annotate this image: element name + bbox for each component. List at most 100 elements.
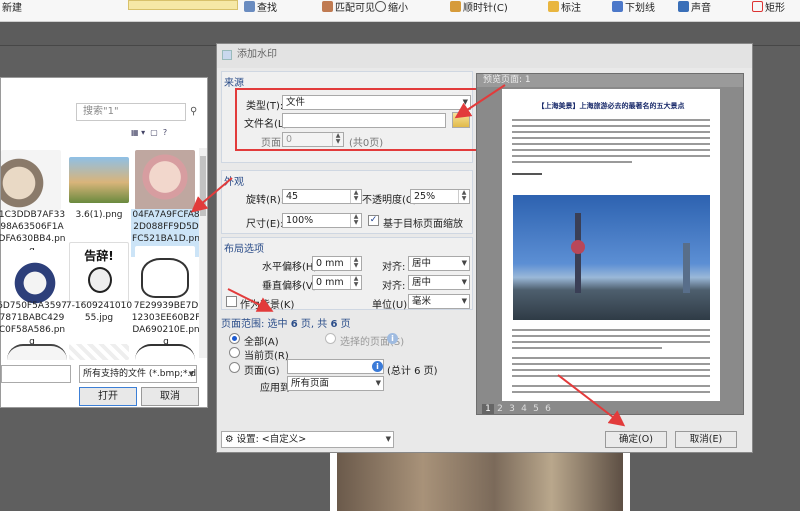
preview-doc-title: 【上海美景】上海旅游必去的最著名的五大景点: [537, 102, 685, 110]
meme-text: 告辞!: [84, 249, 114, 263]
dialog-icon: [222, 50, 232, 60]
pages-label: 页面(G): [244, 366, 280, 377]
page-number[interactable]: 4: [518, 404, 530, 414]
page-number[interactable]: 3: [506, 404, 518, 414]
spinner-arrows-icon[interactable]: ▲ ▼: [350, 190, 361, 203]
document-photo: [337, 452, 623, 511]
file-thumb-cat[interactable]: [135, 150, 195, 210]
size-label: 尺寸(E):: [246, 219, 284, 230]
h-offset-spinner[interactable]: 0 mm ▲ ▼: [312, 256, 362, 271]
h-align-select[interactable]: 居中 ▼: [408, 256, 470, 271]
rotation-label: 旋转(R):: [246, 195, 285, 206]
file-thumb-dog[interactable]: [69, 157, 129, 203]
chevron-down-icon: ▼: [461, 259, 467, 267]
view-options-icon[interactable]: ▦ ▾ ▢ ?: [131, 128, 191, 138]
file-thumb-meme[interactable]: 告辞!: [69, 242, 129, 302]
group-title: 来源: [224, 78, 244, 89]
current-page-radio[interactable]: [229, 347, 240, 358]
file-name[interactable]: 6D750F5A35977871BABC429C0F58A586.png: [0, 300, 67, 348]
file-thumb-partial[interactable]: [69, 344, 129, 360]
tower-sphere: [571, 240, 585, 254]
file-thumb-whitecat[interactable]: [135, 246, 195, 306]
settings-select[interactable]: ⚙ 设置: <自定义> ▼: [221, 431, 394, 448]
open-button[interactable]: 打开: [79, 387, 137, 406]
filename-input[interactable]: [1, 365, 71, 383]
page-number[interactable]: 1: [482, 404, 494, 414]
rotation-spinner[interactable]: 45 ▲ ▼: [282, 189, 362, 204]
scale-label: 基于目标页面缩放: [383, 219, 463, 230]
file-thumb-partial[interactable]: [135, 344, 195, 360]
v-offset-spinner[interactable]: 0 mm ▲ ▼: [312, 275, 362, 290]
unit-select[interactable]: 毫米 ▼: [408, 294, 470, 309]
file-name[interactable]: 7-160924101055.jpg: [64, 300, 134, 324]
ok-button[interactable]: 确定(O): [605, 431, 667, 448]
page-number[interactable]: 5: [530, 404, 542, 414]
annotation-highlight-box: [235, 88, 490, 151]
scale-checkbox[interactable]: ✓: [368, 215, 379, 226]
rotate-icon: [450, 1, 461, 12]
cancel-button[interactable]: 取消: [141, 387, 199, 406]
spinner-arrows-icon[interactable]: ▲ ▼: [350, 257, 361, 270]
chevron-down-icon: ▼: [375, 379, 381, 387]
layout-group: 布局选项 水平偏移(H): 0 mm ▲ ▼ 对齐: 居中 ▼ 垂直偏移(V): 0 …: [221, 237, 473, 311]
size-spinner[interactable]: 100% ▲ ▼: [282, 213, 362, 228]
pages-input[interactable]: [287, 359, 384, 374]
add-watermark-dialog: 添加水印 来源 类型(T): 文件 ▼ 文件名(L): 页面: 0 ▲ ▼ (共0页)…: [216, 43, 753, 453]
page-number[interactable]: 6: [542, 404, 554, 414]
search-icon[interactable]: ⚲: [190, 106, 197, 117]
apply-to-select[interactable]: 所有页面 ▼: [287, 376, 384, 391]
appearance-group: 外观 旋转(R): 45 ▲ ▼ 不透明度(C): 25% ▲ ▼ 尺寸(E): 100…: [221, 170, 473, 234]
info-icon[interactable]: i: [372, 361, 383, 372]
toolbar-fit-visible[interactable]: 匹配可见: [322, 0, 375, 20]
cat-outline: [141, 258, 189, 298]
toolbar-rectangle[interactable]: 矩形: [752, 0, 785, 20]
zoom-out-icon: [375, 1, 386, 12]
all-pages-radio[interactable]: [229, 333, 240, 344]
page-number[interactable]: 2: [494, 404, 506, 414]
scrollbar-thumb[interactable]: [200, 156, 206, 216]
sound-icon: [678, 1, 689, 12]
spinner-arrows-icon[interactable]: ▲ ▼: [458, 190, 469, 203]
preview-page-numbers: 123456: [482, 404, 554, 414]
fit-visible-icon: [322, 1, 333, 12]
spinner-arrows-icon[interactable]: ▲ ▼: [350, 214, 361, 227]
toolbar-underline[interactable]: 下划线: [612, 0, 655, 20]
background-checkbox[interactable]: [226, 296, 237, 307]
file-name[interactable]: 7E29939BE7D12303EE60B2FDA690210E.png: [131, 300, 201, 348]
v-align-select[interactable]: 居中 ▼: [408, 275, 470, 290]
opacity-spinner[interactable]: 25% ▲ ▼: [410, 189, 470, 204]
toolbar-sound[interactable]: 声音: [678, 0, 711, 20]
file-thumb-totoro[interactable]: [1, 150, 61, 210]
annotate-icon: [548, 1, 559, 12]
h-align-label: 对齐:: [382, 262, 406, 273]
spinner-arrows-icon[interactable]: ▲ ▼: [350, 276, 361, 289]
info-icon[interactable]: i: [387, 333, 398, 344]
chevron-down-icon: ▼: [385, 435, 391, 443]
current-page-label: 当前页(R): [244, 351, 289, 362]
file-thumb-partial[interactable]: [7, 344, 67, 360]
toolbar-rotate-cw[interactable]: 顺时针(C): [450, 0, 508, 20]
pages-radio[interactable]: [229, 362, 240, 373]
file-open-dialog: 搜索"1" ⚲ ▦ ▾ ▢ ? 1C3DDB7AF3398A63506F1ADF…: [0, 77, 208, 408]
preview-photo: [513, 195, 710, 320]
rectangle-icon: [752, 1, 763, 12]
toolbar-annotate[interactable]: 标注: [548, 0, 581, 20]
preview-page: 【上海美景】上海旅游必去的最著名的五大景点: [502, 89, 720, 401]
pages-total: (总计 6 页): [387, 366, 438, 377]
selected-pages-radio[interactable]: [325, 333, 336, 344]
underline-icon: [612, 1, 623, 12]
file-name[interactable]: 3.6(1).png: [64, 209, 134, 221]
toolbar-zoom-out[interactable]: 缩小: [375, 0, 408, 20]
toolbar-highlighted-group[interactable]: [128, 0, 238, 10]
file-type-select[interactable]: 所有支持的文件 (*.bmp;*.dib;*▼: [79, 365, 197, 383]
meme-face: [88, 267, 112, 293]
toolbar-new[interactable]: 新建: [2, 0, 22, 20]
chevron-down-icon: ▼: [461, 278, 467, 286]
background-label: 作为背景(K): [240, 300, 295, 311]
scrollbar[interactable]: [199, 148, 207, 358]
dialog-title: 添加水印: [217, 44, 752, 68]
search-input[interactable]: 搜索"1": [76, 103, 186, 121]
cancel-button[interactable]: 取消(E): [675, 431, 737, 448]
preview-title: 预览页面: 1: [477, 74, 743, 87]
toolbar-find[interactable]: 查找: [244, 0, 277, 20]
